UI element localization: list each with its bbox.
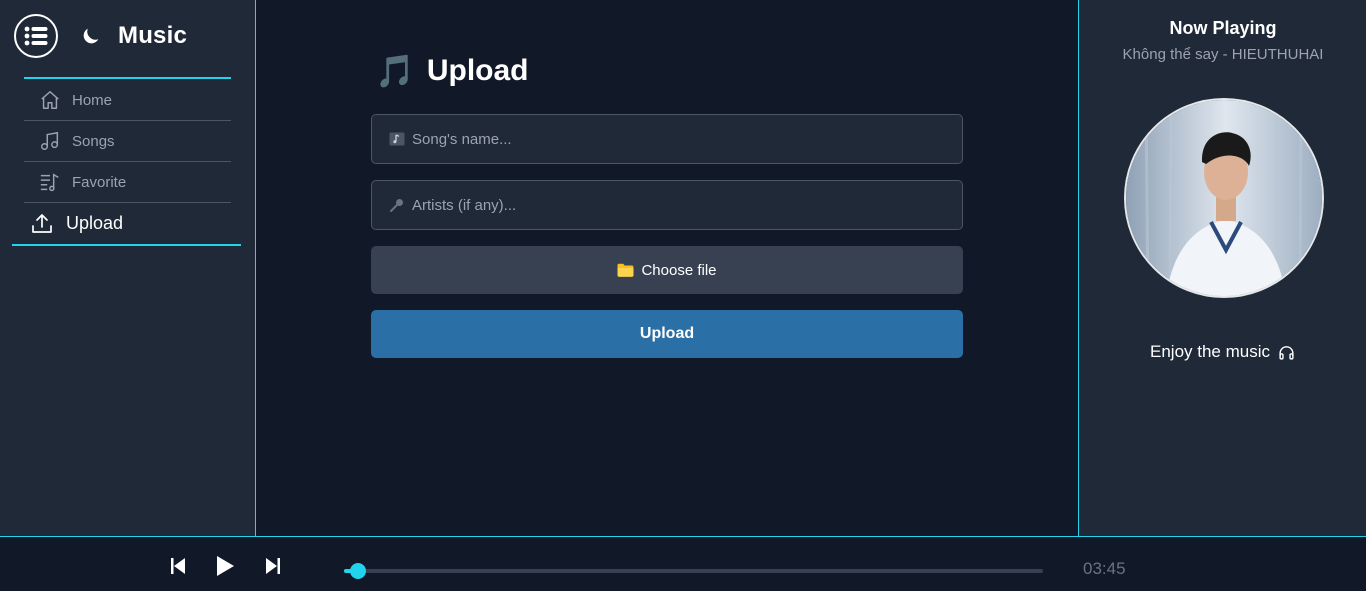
sidebar-nav: Home Songs Favorite [24, 80, 231, 203]
sidebar: Music Home Songs Favorite Upload [0, 0, 256, 536]
microphone-icon [388, 196, 406, 214]
play-icon [217, 556, 234, 576]
nav-divider [24, 77, 231, 79]
sidebar-item-label: Upload [66, 213, 124, 233]
music-score-icon [388, 130, 406, 148]
progress-track[interactable] [344, 563, 1043, 579]
skip-next-icon [266, 558, 280, 574]
sidebar-item-songs[interactable]: Songs [24, 121, 231, 162]
home-icon [38, 88, 62, 112]
play-button[interactable] [213, 554, 237, 578]
sidebar-item-label: Songs [72, 132, 115, 150]
next-button[interactable] [261, 554, 285, 578]
app-root: Music Home Songs Favorite Upload 🎵 Uploa… [0, 0, 1366, 591]
brand: Music [14, 14, 187, 58]
list-icon [24, 26, 48, 46]
skip-previous-icon [171, 558, 185, 574]
app-title: Music [118, 22, 188, 49]
music-note-icon [38, 129, 62, 153]
enjoy-text: Enjoy the music [1150, 342, 1270, 361]
moon-icon[interactable] [80, 24, 104, 48]
sidebar-item-label: Favorite [72, 173, 127, 191]
artist-field[interactable] [371, 180, 963, 230]
now-playing-title: Now Playing [1169, 18, 1277, 38]
music-note-icon: 🎵 [375, 53, 415, 89]
player-bar: 03:45 [0, 536, 1366, 591]
choose-file-label: Choose file [641, 261, 717, 279]
sidebar-item-home[interactable]: Home [24, 80, 231, 121]
folder-icon [617, 262, 635, 278]
sidebar-item-upload[interactable]: Upload [12, 203, 241, 246]
menu-button[interactable] [14, 14, 58, 58]
sidebar-item-favorite[interactable]: Favorite [24, 162, 231, 203]
playlist-icon [38, 170, 62, 194]
enjoy-message: Enjoy the music [1079, 342, 1366, 362]
song-name-field[interactable] [371, 114, 963, 164]
now-playing-panel: Now Playing Không thể say - HIEUTHUHAI E… [1078, 0, 1366, 536]
now-playing-song: Không thể say - HIEUTHUHAI [1122, 46, 1324, 63]
page-title: 🎵 Upload [375, 54, 529, 88]
album-cover [1124, 98, 1324, 298]
sidebar-item-label: Home [72, 91, 113, 109]
headphones-icon [1278, 343, 1296, 361]
upload-panel: 🎵 Upload Song's name... Artists (if any)… [257, 0, 1078, 536]
previous-button[interactable] [166, 554, 190, 578]
upload-icon [30, 212, 54, 236]
track-time: 03:45 [1083, 559, 1126, 578]
choose-file-button[interactable]: Choose file [371, 246, 963, 294]
page-title-text: Upload [426, 54, 529, 87]
artist-input[interactable] [412, 196, 952, 214]
song-name-input[interactable] [412, 130, 952, 148]
upload-button[interactable]: Upload [371, 310, 963, 358]
progress-thumb[interactable] [349, 563, 366, 579]
